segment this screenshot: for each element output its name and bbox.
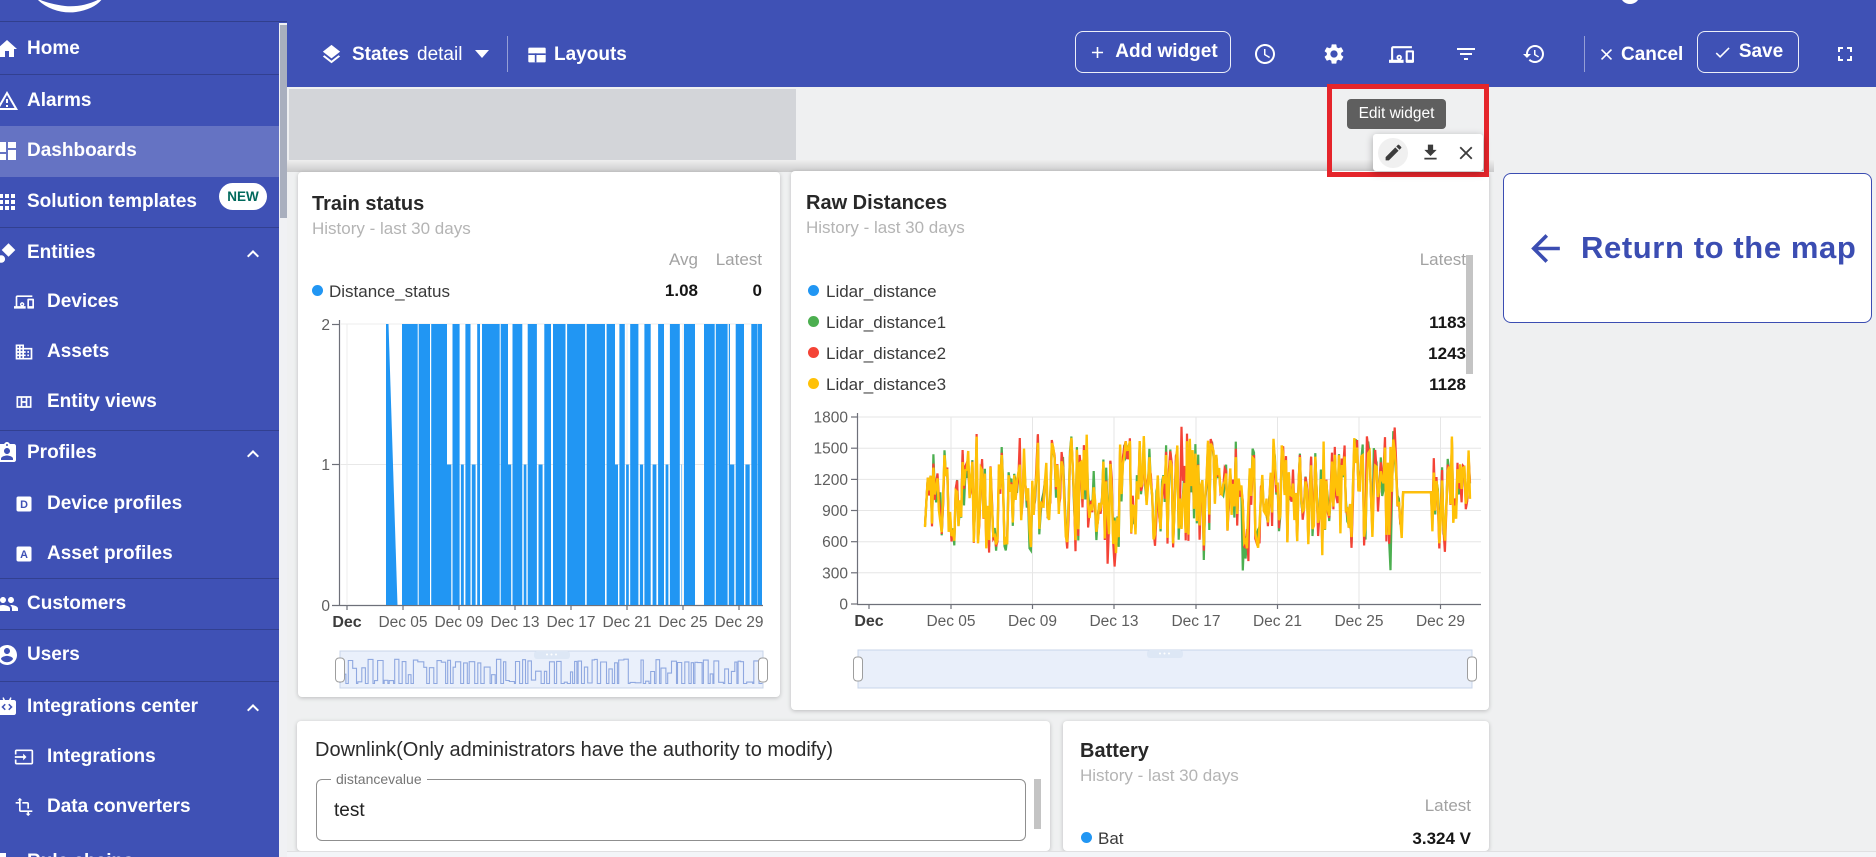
svg-text:Dec 09: Dec 09: [434, 614, 483, 631]
svg-text:1800: 1800: [814, 410, 849, 427]
svg-text:Dec 21: Dec 21: [1253, 613, 1302, 630]
svg-text:Dec 05: Dec 05: [378, 614, 427, 631]
svg-text:Dec 17: Dec 17: [1171, 613, 1220, 630]
svg-text:1200: 1200: [814, 472, 849, 489]
svg-text:1: 1: [321, 457, 330, 474]
svg-text:0: 0: [321, 598, 330, 615]
svg-text:Dec 25: Dec 25: [658, 614, 707, 631]
svg-text:1500: 1500: [814, 441, 849, 458]
svg-text:600: 600: [822, 534, 848, 551]
svg-text:Dec 17: Dec 17: [546, 614, 595, 631]
svg-text:900: 900: [822, 503, 848, 520]
svg-text:D: D: [20, 498, 28, 510]
svg-text:Dec 25: Dec 25: [1334, 613, 1383, 630]
svg-text:Dec 29: Dec 29: [714, 614, 763, 631]
svg-text:2: 2: [321, 317, 330, 334]
svg-text:Dec 13: Dec 13: [490, 614, 539, 631]
svg-text:Dec 21: Dec 21: [602, 614, 651, 631]
svg-text:0: 0: [839, 597, 848, 614]
svg-text:A: A: [20, 548, 28, 560]
svg-text:Dec 05: Dec 05: [926, 613, 975, 630]
svg-text:300: 300: [822, 565, 848, 582]
svg-text:Dec 13: Dec 13: [1089, 613, 1138, 630]
svg-text:Dec: Dec: [854, 613, 883, 630]
svg-text:Dec 29: Dec 29: [1416, 613, 1465, 630]
svg-text:Dec 09: Dec 09: [1008, 613, 1057, 630]
svg-text:Dec: Dec: [332, 614, 361, 631]
